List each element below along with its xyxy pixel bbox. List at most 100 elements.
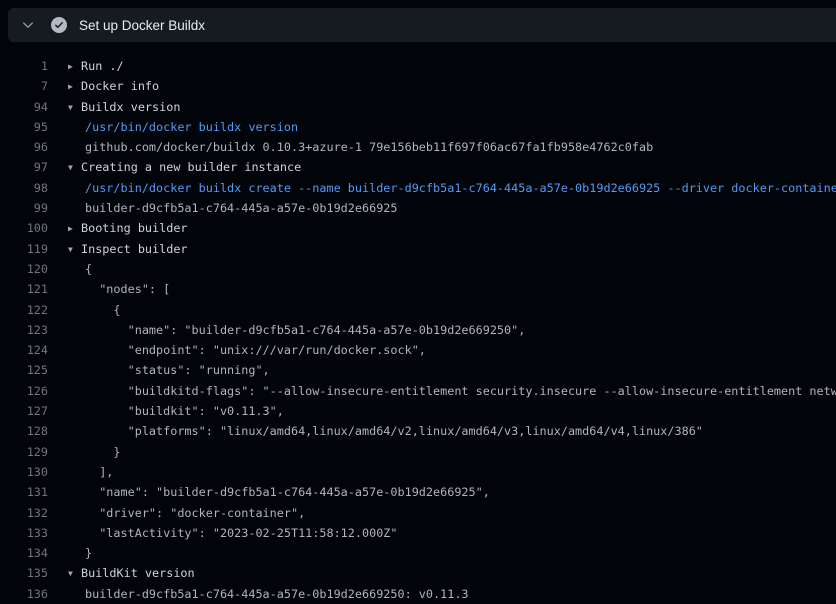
log-group-header[interactable]: ▼BuildKit version: [48, 563, 836, 583]
log-row: 126 "buildkitd-flags": "--allow-insecure…: [0, 381, 836, 401]
line-number[interactable]: 7: [0, 76, 48, 96]
log-row: 133 "lastActivity": "2023-02-25T11:58:12…: [0, 523, 836, 543]
triangle-expanded-icon: ▼: [68, 240, 81, 259]
log-output-line: "driver": "docker-container",: [48, 503, 836, 523]
log-row: 100▶Booting builder: [0, 218, 836, 238]
log-row: 119▼Inspect builder: [0, 239, 836, 259]
log-output-line: {: [48, 300, 836, 320]
log-output-line: "status": "running",: [48, 360, 836, 380]
step-title: Set up Docker Buildx: [79, 18, 205, 33]
line-number[interactable]: 94: [0, 97, 48, 117]
line-number[interactable]: 123: [0, 320, 48, 340]
line-number[interactable]: 100: [0, 218, 48, 238]
log-row: 130 ],: [0, 462, 836, 482]
triangle-expanded-icon: ▼: [68, 98, 81, 117]
log-command-line: /usr/bin/docker buildx create --name bui…: [48, 178, 836, 198]
log-output-line: github.com/docker/buildx 0.10.3+azure-1 …: [48, 137, 836, 157]
log-output-line: "lastActivity": "2023-02-25T11:58:12.000…: [48, 523, 836, 543]
log-group-header[interactable]: ▼Inspect builder: [48, 239, 836, 259]
line-number[interactable]: 1: [0, 56, 48, 76]
log-row: 94▼Buildx version: [0, 97, 836, 117]
log-output-line: "nodes": [: [48, 279, 836, 299]
step-header[interactable]: Set up Docker Buildx: [8, 8, 836, 42]
log-group-title: BuildKit version: [81, 566, 195, 580]
log-group-title: Inspect builder: [81, 242, 188, 256]
log-group-header[interactable]: ▼Buildx version: [48, 97, 836, 117]
log-group-title: Booting builder: [81, 221, 188, 235]
log-row: 128 "platforms": "linux/amd64,linux/amd6…: [0, 421, 836, 441]
log-row: 135▼BuildKit version: [0, 563, 836, 583]
log-row: 124 "endpoint": "unix:///var/run/docker.…: [0, 340, 836, 360]
log-group-title: Run ./: [81, 59, 124, 73]
log-row: 7▶Docker info: [0, 76, 836, 96]
log-output-line: }: [48, 543, 836, 563]
log-group-header[interactable]: ▶Docker info: [48, 76, 836, 96]
log-row: 123 "name": "builder-d9cfb5a1-c764-445a-…: [0, 320, 836, 340]
log-output-line: "platforms": "linux/amd64,linux/amd64/v2…: [48, 421, 836, 441]
line-number[interactable]: 128: [0, 421, 48, 441]
line-number[interactable]: 95: [0, 117, 48, 137]
line-number[interactable]: 97: [0, 157, 48, 177]
triangle-expanded-icon: ▼: [68, 158, 81, 177]
triangle-collapsed-icon: ▶: [68, 77, 81, 96]
line-number[interactable]: 132: [0, 503, 48, 523]
line-number[interactable]: 96: [0, 137, 48, 157]
line-number[interactable]: 127: [0, 401, 48, 421]
line-number[interactable]: 98: [0, 178, 48, 198]
log-row: 122 {: [0, 300, 836, 320]
log-command-line: /usr/bin/docker buildx version: [48, 117, 836, 137]
log-row: 131 "name": "builder-d9cfb5a1-c764-445a-…: [0, 482, 836, 502]
line-number[interactable]: 130: [0, 462, 48, 482]
line-number[interactable]: 124: [0, 340, 48, 360]
log-row: 1▶Run ./: [0, 56, 836, 76]
line-number[interactable]: 134: [0, 543, 48, 563]
log-output-line: "endpoint": "unix:///var/run/docker.sock…: [48, 340, 836, 360]
actions-log-viewer: Set up Docker Buildx 1▶Run ./7▶Docker in…: [0, 0, 836, 604]
log-group-title: Docker info: [81, 79, 159, 93]
chevron-down-icon[interactable]: [20, 17, 36, 33]
log-output-line: "buildkitd-flags": "--allow-insecure-ent…: [48, 381, 836, 401]
log-group-header[interactable]: ▼Creating a new builder instance: [48, 157, 836, 177]
line-number[interactable]: 135: [0, 563, 48, 583]
log-group-header[interactable]: ▶Booting builder: [48, 218, 836, 238]
line-number[interactable]: 131: [0, 482, 48, 502]
log-output-line: "name": "builder-d9cfb5a1-c764-445a-a57e…: [48, 320, 836, 340]
log-row: 127 "buildkit": "v0.11.3",: [0, 401, 836, 421]
line-number[interactable]: 129: [0, 442, 48, 462]
log-row: 95/usr/bin/docker buildx version: [0, 117, 836, 137]
log-output-line: }: [48, 442, 836, 462]
line-number[interactable]: 119: [0, 239, 48, 259]
log-row: 129 }: [0, 442, 836, 462]
line-number[interactable]: 122: [0, 300, 48, 320]
log-group-title: Buildx version: [81, 100, 180, 114]
log-row: 125 "status": "running",: [0, 360, 836, 380]
log-group-title: Creating a new builder instance: [81, 160, 301, 174]
log-row: 134}: [0, 543, 836, 563]
triangle-collapsed-icon: ▶: [68, 219, 81, 238]
log-output-line: "buildkit": "v0.11.3",: [48, 401, 836, 421]
line-number[interactable]: 121: [0, 279, 48, 299]
log-row: 98/usr/bin/docker buildx create --name b…: [0, 178, 836, 198]
log-output-line: ],: [48, 462, 836, 482]
triangle-collapsed-icon: ▶: [68, 57, 81, 76]
triangle-expanded-icon: ▼: [68, 564, 81, 583]
log-output-line: "name": "builder-d9cfb5a1-c764-445a-a57e…: [48, 482, 836, 502]
log-output-line: builder-d9cfb5a1-c764-445a-a57e-0b19d2e6…: [48, 584, 836, 604]
log-row: 132 "driver": "docker-container",: [0, 503, 836, 523]
log-row: 97▼Creating a new builder instance: [0, 157, 836, 177]
log-row: 120{: [0, 259, 836, 279]
check-circle-icon: [51, 17, 67, 33]
log-output-line: {: [48, 259, 836, 279]
line-number[interactable]: 99: [0, 198, 48, 218]
line-number[interactable]: 133: [0, 523, 48, 543]
log-output-line: builder-d9cfb5a1-c764-445a-a57e-0b19d2e6…: [48, 198, 836, 218]
line-number[interactable]: 136: [0, 584, 48, 604]
log-row: 136builder-d9cfb5a1-c764-445a-a57e-0b19d…: [0, 584, 836, 604]
log-group-header[interactable]: ▶Run ./: [48, 56, 836, 76]
line-number[interactable]: 120: [0, 259, 48, 279]
line-number[interactable]: 125: [0, 360, 48, 380]
log-row: 121 "nodes": [: [0, 279, 836, 299]
line-number[interactable]: 126: [0, 381, 48, 401]
log-rows: 1▶Run ./7▶Docker info94▼Buildx version95…: [0, 56, 836, 604]
log-row: 96github.com/docker/buildx 0.10.3+azure-…: [0, 137, 836, 157]
